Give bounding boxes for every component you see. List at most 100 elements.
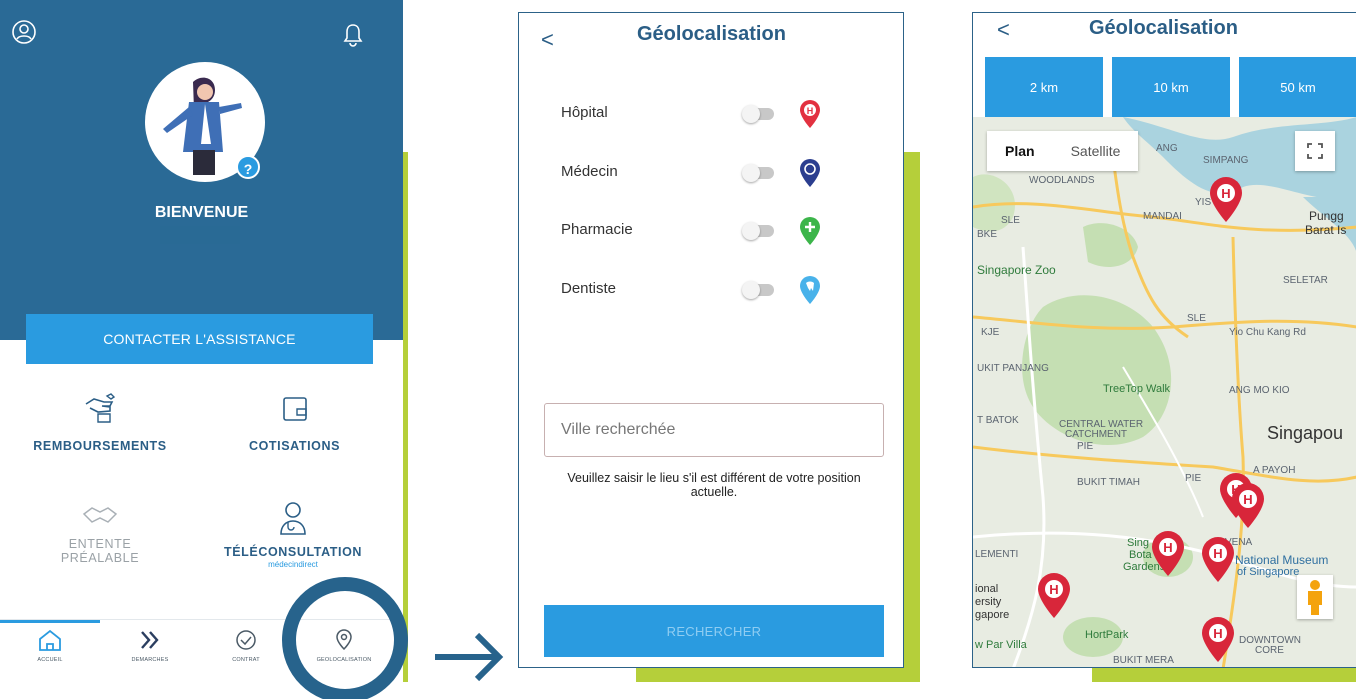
map-label: CATCHMENT: [1065, 429, 1128, 440]
page-title: Géolocalisation: [637, 23, 786, 45]
map-label: TreeTop Walk: [1103, 383, 1171, 395]
street-view-button[interactable]: [1297, 575, 1333, 619]
nav-demarches[interactable]: DEMARCHES: [100, 620, 200, 682]
map-label: of Singapore: [1237, 566, 1300, 578]
map-label: ANG: [1156, 143, 1178, 154]
filter-label: Médecin: [561, 163, 618, 180]
city-search-input[interactable]: [544, 403, 884, 457]
tile-entente-label-2: PRÉALABLE: [60, 551, 140, 565]
map-label: LEMENTI: [975, 549, 1019, 560]
home-icon: [39, 629, 61, 651]
tile-teleconsultation[interactable]: TÉLÉCONSULTATION médecindirect: [208, 498, 378, 569]
hospital-marker[interactable]: H: [1231, 483, 1265, 529]
hospital-marker[interactable]: H: [1201, 617, 1235, 663]
tile-remboursements-label: REMBOURSEMENTS: [33, 439, 167, 453]
stage: ? BIENVENUE CONTACTER L'ASSISTANCE REMBO…: [0, 0, 1356, 699]
map-label: ersity: [975, 596, 1002, 608]
chevrons-icon: [141, 631, 159, 649]
map-label: PIE: [1077, 441, 1094, 452]
handshake-icon: [82, 507, 118, 523]
map-label: Singapou: [1267, 423, 1344, 443]
hospital-pin-icon: H: [800, 100, 820, 128]
map-type-toggle: Plan Satellite: [987, 131, 1139, 171]
distance-10km-button[interactable]: 10 km: [1112, 57, 1230, 117]
map-label: Bota: [1129, 549, 1152, 561]
tile-cotisations[interactable]: COTISATIONS: [212, 392, 377, 453]
map-label: Pungg: [1309, 209, 1344, 223]
map-label: CORE: [1255, 645, 1284, 656]
nav-contrat[interactable]: CONTRAT: [196, 620, 296, 682]
back-button[interactable]: <: [997, 17, 1010, 43]
tile-entente[interactable]: ENTENTE PRÉALABLE: [20, 500, 180, 565]
geolocation-map-screen: < Géolocalisation 2 km 10 km 50 km Plan …: [972, 12, 1356, 668]
map-label: BUKIT MERA: [1113, 655, 1174, 666]
geolocation-filter-screen: < Géolocalisation Hôpital H Médecin Phar…: [518, 12, 904, 668]
pharmacy-pin-icon: [800, 217, 820, 245]
map-label: KJE: [981, 327, 1000, 338]
filter-hopital: Hôpital H: [561, 99, 861, 129]
filter-dentiste: Dentiste: [561, 275, 861, 305]
map-label: UKIT PANJANG: [977, 363, 1049, 374]
welcome-underline: [160, 226, 240, 244]
hopital-toggle[interactable]: [742, 105, 774, 123]
tile-cotisations-label: COTISATIONS: [248, 439, 341, 453]
nav-contrat-label: CONTRAT: [232, 657, 260, 663]
profile-icon[interactable]: [11, 19, 37, 50]
bell-icon[interactable]: [342, 22, 364, 53]
distance-2km-button[interactable]: 2 km: [985, 57, 1103, 117]
map-label: Yio Chu Kang Rd: [1229, 327, 1306, 338]
doctor-icon: [280, 502, 306, 535]
tile-entente-label-1: ENTENTE: [68, 537, 132, 551]
nav-demarches-label: DEMARCHES: [131, 657, 169, 663]
svg-text:H: H: [1213, 546, 1222, 561]
dentiste-toggle[interactable]: [742, 281, 774, 299]
search-button[interactable]: RECHERCHER: [544, 605, 884, 657]
map-label: w Par Villa: [975, 639, 1027, 651]
svg-text:H: H: [1221, 186, 1230, 201]
pharmacie-toggle[interactable]: [742, 222, 774, 240]
svg-text:H: H: [1049, 582, 1058, 597]
arrow-right-icon: [435, 632, 504, 682]
wallet-icon: [282, 397, 307, 421]
nav-accueil-label: ACCUEIL: [37, 657, 63, 663]
hospital-marker[interactable]: H: [1151, 531, 1185, 577]
distance-selector: 2 km 10 km 50 km: [985, 57, 1356, 117]
contact-assistance-button[interactable]: CONTACTER L'ASSISTANCE: [26, 314, 373, 364]
filter-pharmacie: Pharmacie: [561, 216, 861, 246]
filter-label: Pharmacie: [561, 221, 633, 238]
map-type-satellite[interactable]: Satellite: [1053, 131, 1139, 171]
nav-accueil[interactable]: ACCUEIL: [0, 620, 100, 682]
help-badge[interactable]: ?: [236, 155, 260, 179]
pegman-icon: [1308, 580, 1322, 615]
map-label: BUKIT TIMAH: [1077, 477, 1140, 488]
fullscreen-button[interactable]: [1295, 131, 1335, 171]
fullscreen-icon: [1307, 143, 1323, 159]
tile-teleconsultation-label: TÉLÉCONSULTATION: [223, 545, 363, 559]
svg-text:H: H: [1163, 540, 1172, 555]
svg-text:H: H: [1243, 492, 1252, 507]
map-label: T BATOK: [977, 415, 1019, 426]
svg-text:H: H: [807, 106, 814, 116]
hospital-marker[interactable]: H: [1209, 177, 1243, 223]
map-label: gapore: [975, 609, 1010, 621]
map-label: PIE: [1185, 473, 1202, 484]
map-label: Barat Is: [1305, 223, 1347, 237]
map-type-plan[interactable]: Plan: [987, 131, 1053, 171]
hospital-marker[interactable]: H: [1201, 537, 1235, 583]
map-view[interactable]: Plan Satellite ANG SIMPANG WOODLANDS YIS…: [973, 117, 1356, 667]
map-label: A PAYOH: [1253, 465, 1296, 476]
map-label: WOODLANDS: [1029, 175, 1095, 186]
map-label: BKE: [977, 229, 998, 240]
hand-coin-icon: [85, 393, 116, 423]
map-label: Sing: [1127, 537, 1150, 549]
back-button[interactable]: <: [541, 27, 554, 53]
dentist-pin-icon: [800, 276, 820, 304]
tile-remboursements[interactable]: REMBOURSEMENTS: [20, 392, 180, 453]
map-label: HortPark: [1085, 629, 1129, 641]
distance-50km-button[interactable]: 50 km: [1239, 57, 1356, 117]
map-label: Singapore Zoo: [977, 263, 1056, 277]
medecin-toggle[interactable]: [742, 164, 774, 182]
welcome-title: BIENVENUE: [154, 204, 249, 221]
hospital-marker[interactable]: H: [1037, 573, 1071, 619]
svg-text:H: H: [1213, 626, 1222, 641]
